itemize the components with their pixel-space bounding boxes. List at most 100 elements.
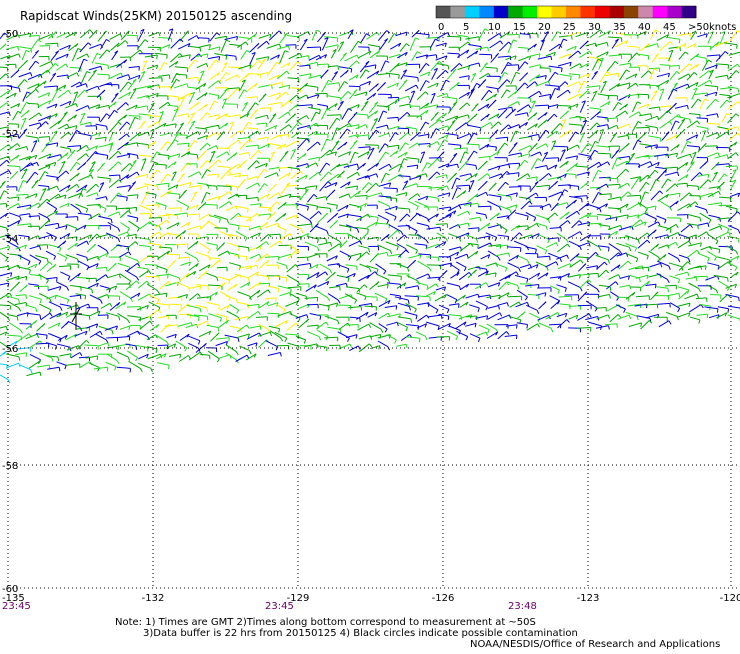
wind-barb <box>638 162 652 167</box>
wind-barb <box>612 158 621 170</box>
wind-barb <box>259 34 271 38</box>
wind-barb <box>25 264 36 269</box>
wind-barb <box>280 293 291 297</box>
wind-barb <box>217 186 231 191</box>
wind-barb <box>75 331 87 336</box>
wind-barb <box>355 114 368 119</box>
wind-barb <box>94 367 108 371</box>
wind-barb <box>646 85 659 90</box>
wind-barb <box>346 225 359 233</box>
wind-barb <box>210 73 220 80</box>
wind-barb <box>226 206 237 211</box>
wind-barb <box>142 61 146 71</box>
wind-barb <box>529 273 540 280</box>
wind-barb <box>630 287 640 291</box>
wind-barb <box>439 305 449 313</box>
legend-unit: knots <box>709 22 736 33</box>
wind-barb <box>349 75 358 81</box>
wind-barb <box>327 256 338 261</box>
wind-barb <box>318 242 331 246</box>
wind-barb <box>226 353 239 363</box>
wind-barb <box>128 182 136 192</box>
wind-barb <box>626 164 639 168</box>
wind-barb <box>328 294 340 304</box>
wind-barb <box>137 106 148 110</box>
wind-barb <box>559 36 572 40</box>
wind-barb <box>408 255 420 259</box>
wind-barb <box>220 292 230 301</box>
wind-barb <box>39 137 50 141</box>
wind-barb <box>281 63 290 68</box>
legend-swatch <box>479 6 494 18</box>
wind-barb <box>317 64 328 68</box>
wind-barb <box>380 39 388 50</box>
wind-barb <box>477 192 488 197</box>
wind-barb <box>161 142 171 151</box>
wind-barb <box>519 146 532 151</box>
wind-barb <box>181 262 191 266</box>
wind-barb <box>368 163 379 171</box>
wind-barb <box>248 131 260 137</box>
wind-barb <box>180 334 189 340</box>
wind-barb <box>519 122 528 127</box>
wind-barb <box>436 113 446 121</box>
wind-barb <box>659 89 664 101</box>
legend-label: >50 <box>688 22 709 33</box>
wind-barb <box>569 124 583 129</box>
wind-barb <box>678 204 692 211</box>
wind-barb <box>130 132 141 141</box>
wind-barb <box>560 304 571 309</box>
wind-barb <box>705 85 718 90</box>
wind-barb <box>438 323 451 329</box>
wind-barb <box>456 185 470 189</box>
wind-barb <box>377 275 389 283</box>
wind-barb <box>689 283 701 292</box>
wind-barb <box>489 114 499 120</box>
wind-barb <box>141 159 146 171</box>
wind-barb <box>686 83 698 89</box>
wind-barb <box>157 266 167 273</box>
legend-label: 10 <box>488 22 501 33</box>
wind-barb <box>310 211 321 219</box>
wind-barb <box>406 225 417 235</box>
wind-barb <box>410 91 415 103</box>
wind-barb <box>427 265 441 269</box>
wind-barb <box>137 331 150 340</box>
wind-barb <box>370 323 384 333</box>
wind-barb <box>359 51 371 58</box>
wind-barb <box>485 67 497 72</box>
wind-barb <box>86 193 98 197</box>
wind-barb <box>256 242 268 249</box>
wind-barb <box>147 141 156 148</box>
wind-barb <box>410 38 419 51</box>
wind-barb <box>468 133 478 144</box>
wind-barb <box>686 277 697 281</box>
wind-barb <box>198 104 207 111</box>
wind-barb <box>528 44 536 50</box>
wind-barb <box>610 292 619 301</box>
wind-barb <box>556 285 566 292</box>
wind-barb <box>529 313 540 322</box>
wind-barb <box>40 220 50 229</box>
wind-barb <box>169 208 181 212</box>
wind-barb <box>265 257 279 261</box>
wind-barb <box>58 90 70 97</box>
wind-barb <box>96 105 110 109</box>
legend-label: 20 <box>538 22 551 33</box>
wind-barb <box>274 276 287 282</box>
wind-barb <box>291 171 303 179</box>
wind-barb <box>248 103 259 114</box>
wind-barb <box>28 74 42 79</box>
wind-barb <box>472 104 479 112</box>
wind-barb <box>172 172 177 181</box>
wind-barb <box>481 90 492 100</box>
wind-barb <box>407 64 419 68</box>
wind-barb <box>340 251 351 260</box>
wind-barb <box>489 152 499 158</box>
wind-barb <box>50 121 61 129</box>
wind-barb <box>657 287 669 293</box>
wind-barb <box>428 315 442 319</box>
wind-barb <box>408 260 416 268</box>
wind-barb <box>658 58 670 62</box>
wind-barb <box>214 215 229 223</box>
